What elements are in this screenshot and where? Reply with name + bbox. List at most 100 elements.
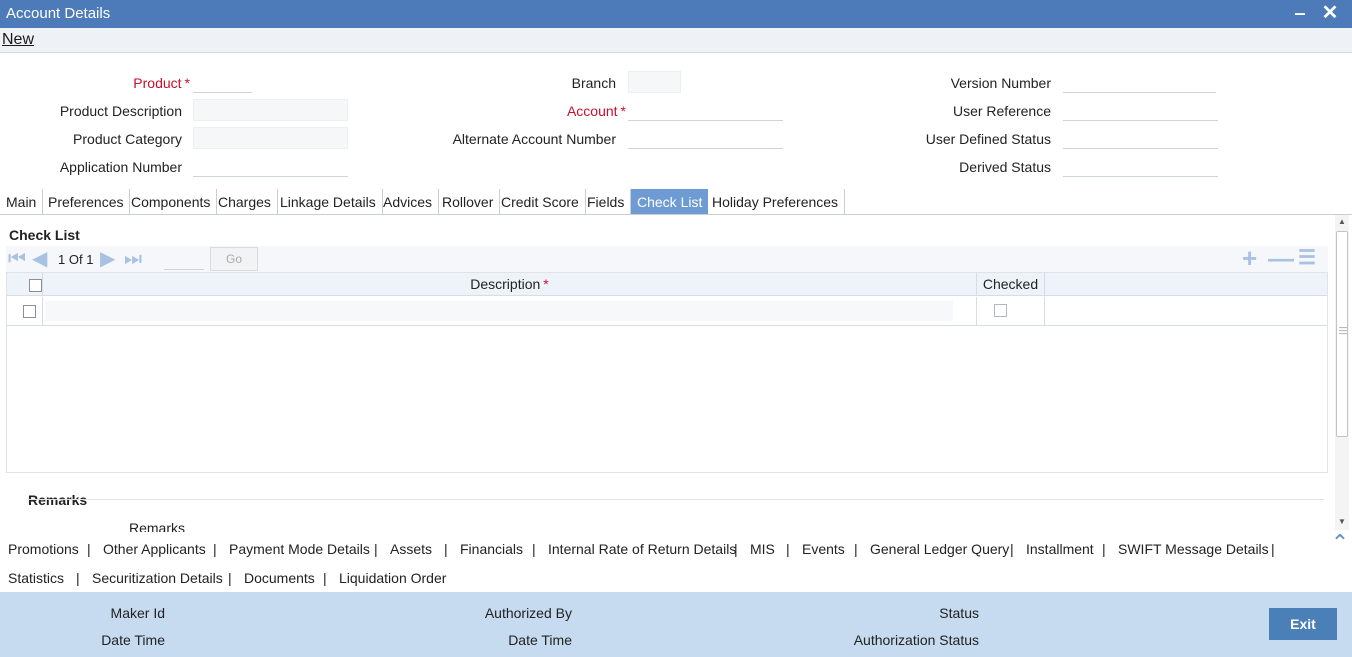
link-payment-mode-details[interactable]: Payment Mode Details — [229, 541, 370, 557]
window-title: Account Details — [6, 5, 111, 22]
delete-row-icon[interactable]: — — [1268, 245, 1294, 271]
check-list-grid: Description * Checked — [6, 272, 1328, 473]
add-row-icon[interactable]: + — [1242, 245, 1257, 271]
single-view-icon[interactable]: ☰ — [1298, 248, 1316, 270]
new-menu-item[interactable]: New — [2, 31, 34, 49]
checked-checkbox[interactable] — [994, 304, 1007, 317]
tab-credit-score[interactable]: Credit Score — [495, 189, 586, 215]
tab-divider — [0, 214, 1352, 215]
tab-holiday-preferences[interactable]: Holiday Preferences — [706, 189, 846, 215]
row-select-checkbox[interactable] — [23, 305, 36, 318]
link-documents[interactable]: Documents — [244, 570, 315, 586]
alternate-account-number-input[interactable] — [628, 127, 783, 149]
scroll-up-icon[interactable]: ▲ — [1335, 215, 1349, 229]
description-input[interactable] — [45, 301, 953, 321]
page-number-input[interactable] — [164, 250, 204, 270]
derived-status-label: Derived Status — [959, 159, 1051, 175]
select-all-cell — [7, 273, 43, 296]
tab-linkage-details[interactable]: Linkage Details — [274, 189, 383, 215]
link-separator: | — [854, 541, 858, 557]
first-page-icon[interactable]: ⏮ — [8, 248, 26, 270]
remarks-section-title: Remarks — [28, 492, 88, 508]
checker-date-time-label: Date Time — [508, 632, 572, 648]
application-number-input[interactable] — [193, 155, 348, 177]
product-category-label: Product Category — [73, 131, 182, 147]
checked-cell — [977, 297, 1045, 325]
tab-preferences[interactable]: Preferences — [42, 189, 131, 215]
product-label: Product * — [133, 75, 190, 91]
minimize-icon[interactable]: ‒ — [1290, 2, 1310, 24]
exit-button[interactable]: Exit — [1269, 608, 1337, 640]
link-separator: | — [1010, 541, 1014, 557]
link-mis[interactable]: MIS — [750, 541, 775, 557]
alternate-account-number-label: Alternate Account Number — [452, 131, 616, 147]
account-label: Account * — [566, 103, 626, 119]
version-number-label: Version Number — [950, 75, 1051, 91]
status-label: Status — [939, 605, 979, 621]
row-select-cell — [7, 297, 43, 325]
tab-advices[interactable]: Advices — [377, 189, 440, 215]
version-number-input[interactable] — [1063, 71, 1216, 93]
link-installment[interactable]: Installment — [1026, 541, 1094, 557]
application-number-label: Application Number — [59, 159, 182, 175]
link-general-ledger-query[interactable]: General Ledger Query — [870, 541, 1009, 557]
account-input[interactable] — [628, 99, 783, 121]
link-separator: | — [532, 541, 536, 557]
previous-page-icon[interactable]: ◀ — [32, 248, 47, 270]
link-other-applicants[interactable]: Other Applicants — [103, 541, 206, 557]
sub-screen-links: Promotions | Other Applicants | Payment … — [0, 532, 1352, 592]
table-row — [7, 297, 1327, 326]
link-securitization-details[interactable]: Securitization Details — [92, 570, 223, 586]
branch-input[interactable] — [628, 71, 681, 93]
link-separator: | — [786, 541, 790, 557]
grid-navigation-bar: ⏮ ◀ 1 Of 1 ▶ ⏭ Go + — ☰ — [6, 245, 1328, 272]
product-description-input[interactable] — [193, 99, 348, 121]
grid-header: Description * Checked — [7, 273, 1327, 296]
audit-footer: Maker Id Date Time Authorized By Date Ti… — [0, 592, 1352, 657]
derived-status-input[interactable] — [1063, 155, 1218, 177]
last-page-icon[interactable]: ⏭ — [124, 248, 142, 270]
page-indicator: 1 Of 1 — [58, 252, 94, 267]
maker-id-label: Maker Id — [110, 605, 165, 621]
link-promotions[interactable]: Promotions — [8, 541, 79, 557]
link-liquidation-order[interactable]: Liquidation Order — [339, 570, 446, 586]
link-internal-rate-of-return-details[interactable]: Internal Rate of Return Details — [548, 541, 736, 557]
tab-check-list[interactable]: Check List — [631, 189, 709, 215]
authorization-status-label: Authorization Status — [853, 632, 979, 648]
product-input[interactable] — [193, 71, 252, 93]
collapse-chevron-up-icon[interactable]: ⌃ — [1328, 532, 1352, 554]
menu-bar: New — [0, 28, 1352, 53]
link-statistics[interactable]: Statistics — [8, 570, 64, 586]
check-list-title: Check List — [9, 227, 80, 243]
user-defined-status-label: User Defined Status — [925, 131, 1051, 147]
link-separator: | — [323, 570, 327, 586]
authorized-by-label: Authorized By — [484, 605, 572, 621]
select-all-checkbox[interactable] — [29, 279, 42, 292]
go-button[interactable]: Go — [210, 247, 258, 271]
tab-charges[interactable]: Charges — [212, 189, 278, 215]
link-swift-message-details[interactable]: SWIFT Message Details — [1118, 541, 1269, 557]
tab-main[interactable]: Main — [0, 189, 44, 215]
user-defined-status-input[interactable] — [1063, 127, 1218, 149]
tab-components[interactable]: Components — [125, 189, 218, 215]
link-events[interactable]: Events — [802, 541, 845, 557]
product-category-input[interactable] — [193, 127, 348, 149]
user-reference-input[interactable] — [1063, 99, 1218, 121]
tab-rollover[interactable]: Rollover — [436, 189, 501, 215]
description-column-header: Description * — [43, 273, 977, 296]
tab-fields[interactable]: Fields — [581, 189, 632, 215]
link-separator: | — [76, 570, 80, 586]
product-description-label: Product Description — [59, 103, 182, 119]
next-page-icon[interactable]: ▶ — [100, 248, 115, 270]
maker-date-time-label: Date Time — [101, 632, 165, 648]
link-financials[interactable]: Financials — [460, 541, 523, 557]
remarks-divider — [28, 499, 1324, 500]
close-icon[interactable]: ✕ — [1320, 2, 1340, 24]
link-assets[interactable]: Assets — [390, 541, 432, 557]
grip-icon: — — — — [1339, 323, 1347, 338]
scroll-down-icon[interactable]: ▼ — [1335, 515, 1349, 529]
link-separator: | — [1102, 541, 1106, 557]
link-separator: | — [228, 570, 232, 586]
scroll-thumb[interactable]: — — — — [1336, 231, 1348, 437]
panel-scrollbar[interactable]: ▲ — — — ▼ — [1335, 215, 1349, 530]
